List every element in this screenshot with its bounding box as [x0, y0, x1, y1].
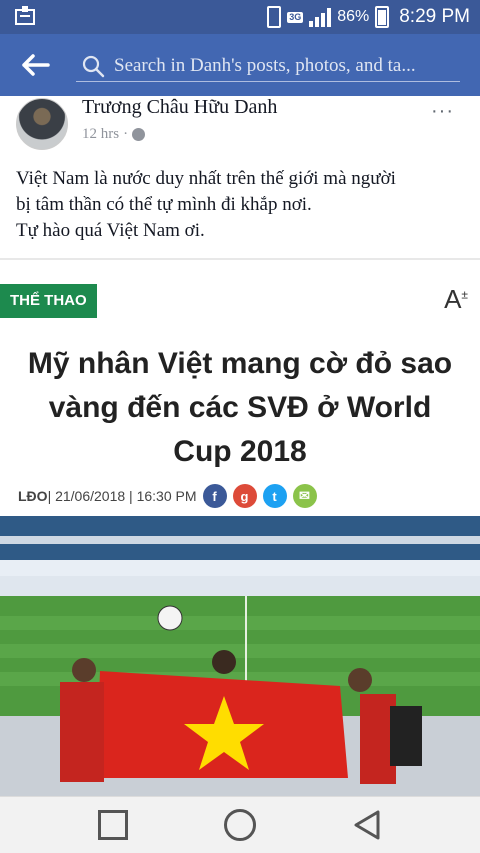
back-triangle-icon[interactable] — [352, 809, 382, 841]
twitter-share-icon[interactable]: t — [262, 484, 287, 508]
font-size-sup: ± — [461, 287, 468, 302]
status-bar: 3G 86% 8:29 PM — [0, 0, 480, 34]
post-text: Việt Nam là nước duy nhất trên thế giới … — [16, 166, 466, 244]
post-text-line: Việt Nam là nước duy nhất trên thế giới … — [16, 168, 396, 189]
post-text-line: Tự hào quá Việt Nam ơi. — [16, 220, 205, 241]
search-header: Search in Danh's posts, photos, and ta..… — [0, 34, 480, 96]
category-badge: THỂ THAO — [0, 284, 97, 318]
avatar[interactable] — [16, 98, 68, 150]
navigation-bar — [0, 796, 480, 853]
post: Trương Châu Hữu Danh 12 hrs · ··· Việt N… — [0, 96, 480, 258]
article-photo[interactable] — [0, 516, 480, 800]
search-placeholder: Search in Danh's posts, photos, and ta..… — [114, 54, 416, 76]
share-icons: f g t ✉ — [202, 484, 317, 508]
stadium-photo — [0, 516, 480, 800]
home-icon[interactable] — [224, 809, 256, 841]
post-text-line: bị tâm thần có thể tự mình đi khắp nơi. — [16, 194, 312, 215]
more-options-button[interactable]: ··· — [431, 100, 454, 123]
battery-percent: 86% — [337, 8, 370, 25]
post-meta: 12 hrs · — [82, 126, 146, 143]
meta-separator: · — [123, 126, 129, 142]
article-source: LĐO — [18, 488, 48, 504]
notification-icon — [15, 6, 35, 25]
google-plus-share-icon[interactable]: g — [232, 484, 257, 508]
search-input[interactable]: Search in Danh's posts, photos, and ta..… — [76, 50, 460, 82]
article-date: | 21/06/2018 | 16:30 PM — [47, 488, 197, 504]
recent-apps-icon[interactable] — [98, 810, 128, 840]
post-author[interactable]: Trương Châu Hữu Danh — [82, 96, 277, 119]
vibrate-icon — [267, 6, 282, 28]
article-headline: Mỹ nhân Việt mang cờ đỏ sao vàng đến các… — [27, 347, 453, 468]
facebook-share-icon[interactable]: f — [202, 484, 227, 508]
signal-icon — [309, 7, 332, 27]
email-share-icon[interactable]: ✉ — [292, 484, 317, 508]
clock: 8:29 PM — [399, 6, 470, 27]
font-size-button: A± — [444, 284, 468, 315]
article-byline: LĐO | 21/06/2018 | 16:30 PM f g t ✉ — [18, 484, 317, 508]
post-time[interactable]: 12 hrs — [82, 126, 119, 143]
network-type: 3G — [287, 11, 304, 23]
shared-article[interactable]: THỂ THAO A± Mỹ nhân Việt mang cờ đỏ sao … — [0, 258, 480, 516]
search-icon — [82, 55, 105, 77]
font-size-label: A — [444, 284, 462, 314]
back-arrow-icon[interactable] — [18, 48, 52, 82]
battery-icon — [375, 6, 390, 28]
globe-icon — [132, 128, 146, 141]
